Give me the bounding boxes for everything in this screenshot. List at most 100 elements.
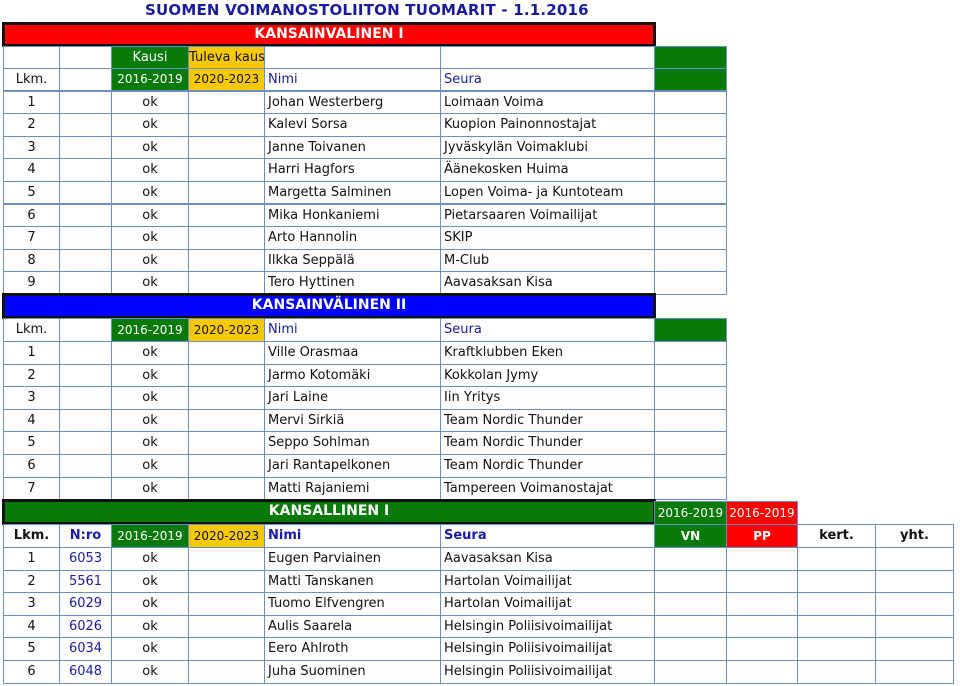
club-name[interactable]: Hartolan Voimailijat [440,592,655,616]
pp-cell[interactable] [726,660,798,684]
club-name[interactable]: Aavasaksan Kisa [440,271,655,295]
empty-cell[interactable] [59,386,112,410]
current-period-status[interactable]: ok [111,660,189,684]
next-period-status[interactable] [188,90,265,115]
empty-cell[interactable] [59,363,112,388]
empty-cell[interactable] [59,180,112,205]
next-period-status[interactable] [188,592,265,616]
referee-name[interactable]: Harri Hagfors [264,158,441,182]
club-name[interactable]: Jyväskylän Voimaklubi [440,135,655,160]
current-period-status[interactable]: ok [111,90,189,115]
current-period-status[interactable]: ok [111,158,189,182]
next-period-status[interactable] [188,135,265,160]
empty-cell[interactable] [654,226,727,250]
pp-cell[interactable] [726,592,798,616]
empty-cell[interactable] [654,363,727,388]
referee-name[interactable]: Tuomo Elfvengren [264,592,441,616]
next-period-status[interactable] [188,248,265,273]
club-name[interactable]: Lopen Voima- ja Kuntoteam [440,180,655,205]
current-period-status[interactable]: ok [111,135,189,160]
empty-cell[interactable] [654,569,727,594]
next-period-status[interactable] [188,363,265,388]
club-name[interactable]: Kokkolan Jymy [440,363,655,388]
empty-cell[interactable] [59,341,112,365]
club-name[interactable]: Hartolan Voimailijat [440,569,655,594]
next-period-status[interactable] [188,408,265,433]
empty-cell[interactable] [59,203,112,228]
yht-cell[interactable] [875,547,954,571]
current-period-status[interactable]: ok [111,637,189,661]
club-name[interactable]: Team Nordic Thunder [440,408,655,433]
empty-cell[interactable] [59,408,112,433]
empty-cell[interactable] [59,46,112,69]
kert-cell[interactable] [797,614,876,639]
next-period-status[interactable] [188,341,265,365]
next-period-status[interactable] [188,547,265,571]
kert-cell[interactable] [797,547,876,571]
club-name[interactable]: Tampereen Voimanostajat [440,476,655,501]
club-name[interactable]: Äänekosken Huima [440,158,655,182]
referee-name[interactable]: Mika Honkaniemi [264,203,441,228]
empty-cell[interactable] [654,135,727,160]
empty-cell[interactable] [59,113,112,137]
pp-cell[interactable] [726,637,798,661]
referee-name[interactable]: Arto Hannolin [264,226,441,250]
referee-name[interactable]: Matti Rajaniemi [264,476,441,501]
club-name[interactable]: SKIP [440,226,655,250]
pp-cell[interactable] [726,614,798,639]
club-name[interactable]: Pietarsaaren Voimailijat [440,203,655,228]
empty-cell[interactable] [654,660,727,684]
empty-cell[interactable] [654,408,727,433]
pp-cell[interactable] [726,547,798,571]
yht-cell[interactable] [875,614,954,639]
empty-cell[interactable] [59,248,112,273]
empty-cell[interactable] [654,386,727,410]
empty-cell[interactable] [59,90,112,115]
next-period-status[interactable] [188,476,265,501]
referee-name[interactable]: Kalevi Sorsa [264,113,441,137]
next-period-status[interactable] [188,431,265,455]
empty-cell[interactable] [654,90,727,115]
referee-name[interactable]: Jari Laine [264,386,441,410]
empty-cell[interactable] [440,46,655,69]
empty-cell[interactable] [654,180,727,205]
current-period-status[interactable]: ok [111,547,189,571]
referee-name[interactable]: Mervi Sirkiä [264,408,441,433]
empty-cell[interactable] [654,248,727,273]
current-period-status[interactable]: ok [111,592,189,616]
club-name[interactable]: Helsingin Poliisivoimailijat [440,660,655,684]
current-period-status[interactable]: ok [111,203,189,228]
empty-cell[interactable] [3,46,60,69]
kert-cell[interactable] [797,569,876,594]
kert-cell[interactable] [797,660,876,684]
empty-cell[interactable] [654,431,727,455]
referee-name[interactable]: Tero Hyttinen [264,271,441,295]
club-name[interactable]: Kuopion Painonnostajat [440,113,655,137]
next-period-status[interactable] [188,637,265,661]
current-period-status[interactable]: ok [111,408,189,433]
current-period-status[interactable]: ok [111,569,189,594]
empty-cell[interactable] [59,271,112,295]
next-period-status[interactable] [188,614,265,639]
club-name[interactable]: Iin Yritys [440,386,655,410]
empty-cell[interactable] [654,614,727,639]
referee-name[interactable]: Johan Westerberg [264,90,441,115]
current-period-status[interactable]: ok [111,271,189,295]
referee-name[interactable]: Seppo Sohlman [264,431,441,455]
referee-name[interactable]: Matti Tanskanen [264,569,441,594]
referee-name[interactable]: Eugen Parviainen [264,547,441,571]
empty-cell[interactable] [654,341,727,365]
club-name[interactable]: Helsingin Poliisivoimailijat [440,637,655,661]
club-name[interactable]: Helsingin Poliisivoimailijat [440,614,655,639]
current-period-status[interactable]: ok [111,113,189,137]
next-period-status[interactable] [188,203,265,228]
empty-cell[interactable] [654,203,727,228]
empty-cell[interactable] [654,547,727,571]
empty-cell[interactable] [654,637,727,661]
current-period-status[interactable]: ok [111,614,189,639]
empty-cell[interactable] [59,226,112,250]
yht-cell[interactable] [875,569,954,594]
club-name[interactable]: Team Nordic Thunder [440,431,655,455]
referee-name[interactable]: Aulis Saarela [264,614,441,639]
next-period-status[interactable] [188,569,265,594]
